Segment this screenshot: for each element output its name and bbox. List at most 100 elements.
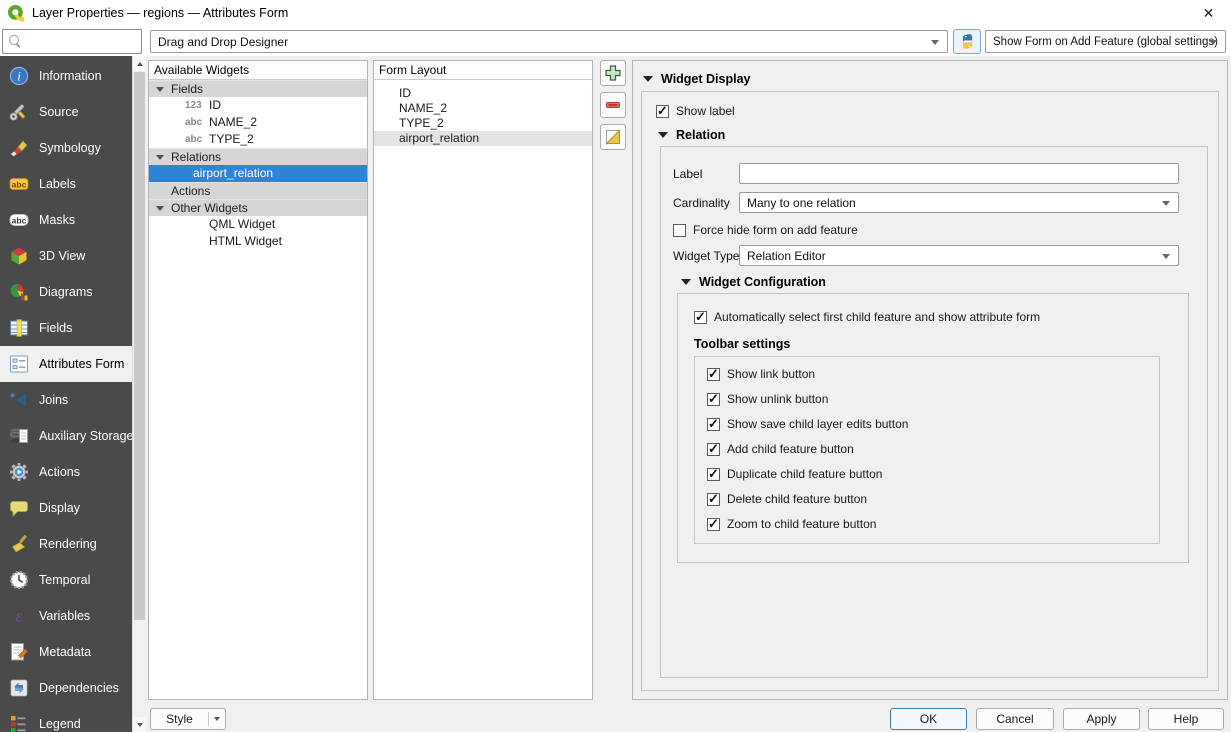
sidebar-item-temporal[interactable]: Temporal bbox=[0, 562, 132, 598]
add-child-feature-checkbox[interactable]: Add child feature button bbox=[707, 442, 854, 456]
tree-category-relations[interactable]: Relations bbox=[149, 148, 367, 165]
search-input[interactable] bbox=[26, 32, 134, 52]
window-title: Layer Properties — regions — Attributes … bbox=[32, 6, 288, 20]
sidebar-item-symbology[interactable]: Symbology bbox=[0, 130, 132, 166]
show-save-child-edits-checkbox[interactable]: Show save child layer edits button bbox=[707, 417, 908, 431]
tree-item-name-2[interactable]: abcNAME_2 bbox=[149, 114, 367, 131]
numeric-field-icon: 123 bbox=[185, 97, 209, 114]
sidebar-scrollbar[interactable] bbox=[132, 56, 145, 732]
cancel-button[interactable]: Cancel bbox=[976, 708, 1054, 730]
widget-type-combo[interactable]: Relation Editor bbox=[739, 245, 1179, 266]
show-link-button-checkbox[interactable]: Show link button bbox=[707, 367, 815, 381]
force-hide-form-checkbox[interactable]: Force hide form on add feature bbox=[673, 223, 858, 237]
sidebar-item-labels[interactable]: abc Labels bbox=[0, 166, 132, 202]
sidebar-item-actions[interactable]: Actions bbox=[0, 454, 132, 490]
relation-group-header[interactable]: Relation bbox=[658, 128, 725, 142]
sidebar-item-variables[interactable]: ε Variables bbox=[0, 598, 132, 634]
tree-category-other-widgets[interactable]: Other Widgets bbox=[149, 199, 367, 216]
variables-icon: ε bbox=[9, 606, 29, 626]
chevron-expanded-icon bbox=[156, 87, 164, 92]
scrollbar-thumb[interactable] bbox=[134, 72, 145, 620]
sidebar-item-metadata[interactable]: Metadata bbox=[0, 634, 132, 670]
chevron-expanded-icon bbox=[156, 155, 164, 160]
sidebar-item-joins[interactable]: Joins bbox=[0, 382, 132, 418]
widget-type-label: Widget Type bbox=[673, 249, 739, 263]
remove-button[interactable] bbox=[600, 92, 626, 118]
rename-icon bbox=[604, 128, 622, 146]
ok-button[interactable]: OK bbox=[890, 708, 967, 730]
rename-button[interactable] bbox=[600, 124, 626, 150]
minus-icon bbox=[604, 96, 622, 114]
sidebar-item-3d-view[interactable]: 3D View bbox=[0, 238, 132, 274]
text-field-icon: abc bbox=[185, 131, 209, 148]
search-box[interactable] bbox=[2, 29, 142, 54]
checkbox-checked-icon bbox=[694, 311, 707, 324]
tree-category-actions[interactable]: Actions bbox=[149, 182, 367, 199]
widget-display-group-header[interactable]: Widget Display bbox=[643, 72, 750, 86]
sidebar-item-diagrams[interactable]: Diagrams bbox=[0, 274, 132, 310]
tree-item-qml-widget[interactable]: QML Widget bbox=[149, 216, 367, 233]
form-layout-item-id[interactable]: ID bbox=[374, 86, 592, 101]
form-layout-item-airport-relation[interactable]: airport_relation bbox=[374, 131, 592, 146]
style-button[interactable]: Style bbox=[150, 708, 226, 730]
cardinality-label: Cardinality bbox=[673, 196, 730, 210]
zoom-to-child-feature-checkbox[interactable]: Zoom to child feature button bbox=[707, 517, 876, 531]
show-form-on-add-feature-combo[interactable]: Show Form on Add Feature (global setting… bbox=[985, 30, 1226, 53]
checkbox-checked-icon bbox=[707, 468, 720, 481]
label-field-label: Label bbox=[673, 167, 702, 181]
sidebar-item-fields[interactable]: Fields bbox=[0, 310, 132, 346]
sidebar-item-information[interactable]: i Information bbox=[0, 58, 132, 94]
sidebar-item-source[interactable]: Source bbox=[0, 94, 132, 130]
tree-category-fields[interactable]: Fields bbox=[149, 80, 367, 97]
sidebar-item-display[interactable]: Display bbox=[0, 490, 132, 526]
sidebar: i Information Source Symbology abc Label… bbox=[0, 56, 132, 732]
sidebar-item-masks[interactable]: abc Masks bbox=[0, 202, 132, 238]
sidebar-item-dependencies[interactable]: Dependencies bbox=[0, 670, 132, 706]
auxiliary-storage-icon bbox=[9, 426, 29, 446]
label-input[interactable] bbox=[739, 163, 1179, 184]
delete-child-feature-checkbox[interactable]: Delete child feature button bbox=[707, 492, 867, 506]
available-widgets-panel: Available Widgets Fields 123ID abcNAME_2… bbox=[148, 60, 368, 700]
information-icon: i bbox=[9, 66, 29, 86]
checkbox-checked-icon bbox=[656, 105, 669, 118]
form-layout-item-name-2[interactable]: NAME_2 bbox=[374, 101, 592, 116]
tree-item-airport-relation[interactable]: airport_relation bbox=[149, 165, 367, 182]
apply-button[interactable]: Apply bbox=[1063, 708, 1140, 730]
scroll-down-icon[interactable] bbox=[133, 717, 146, 732]
sidebar-item-rendering[interactable]: Rendering bbox=[0, 526, 132, 562]
toolbar-settings-box: Show link button Show unlink button Show… bbox=[694, 356, 1160, 544]
form-designer-combo[interactable]: Drag and Drop Designer bbox=[150, 30, 948, 53]
close-icon[interactable]: ✕ bbox=[1186, 0, 1231, 26]
checkbox-unchecked-icon bbox=[673, 224, 686, 237]
sidebar-item-attributes-form[interactable]: Attributes Form bbox=[0, 346, 132, 382]
help-button[interactable]: Help bbox=[1148, 708, 1224, 730]
python-init-button[interactable] bbox=[953, 29, 981, 54]
masks-icon: abc bbox=[9, 210, 29, 230]
svg-text:abc: abc bbox=[12, 215, 27, 225]
tree-item-id[interactable]: 123ID bbox=[149, 97, 367, 114]
show-label-checkbox[interactable]: Show label bbox=[656, 104, 735, 118]
python-icon bbox=[959, 33, 976, 50]
dependencies-icon bbox=[9, 678, 29, 698]
tree-item-type-2[interactable]: abcTYPE_2 bbox=[149, 131, 367, 148]
cardinality-combo[interactable]: Many to one relation bbox=[739, 192, 1179, 213]
tree-item-html-widget[interactable]: HTML Widget bbox=[149, 233, 367, 250]
show-form-combo-value: Show Form on Add Feature (global setting… bbox=[993, 36, 1218, 48]
toolbar-settings-title: Toolbar settings bbox=[694, 337, 790, 351]
sidebar-item-legend[interactable]: Legend bbox=[0, 706, 132, 732]
widget-configuration-group-header[interactable]: Widget Configuration bbox=[681, 275, 826, 289]
widget-configuration-frame: Automatically select first child feature… bbox=[677, 293, 1189, 563]
form-layout-header: Form Layout bbox=[374, 61, 592, 80]
chevron-down-icon bbox=[1162, 254, 1170, 259]
duplicate-child-feature-checkbox[interactable]: Duplicate child feature button bbox=[707, 467, 882, 481]
toolbar-row: Drag and Drop Designer Show Form on Add … bbox=[0, 26, 1231, 56]
chevron-down-icon bbox=[931, 40, 939, 45]
form-layout-item-type-2[interactable]: TYPE_2 bbox=[374, 116, 592, 131]
rendering-icon bbox=[9, 534, 29, 554]
checkbox-checked-icon bbox=[707, 443, 720, 456]
auto-select-first-child-checkbox[interactable]: Automatically select first child feature… bbox=[694, 310, 1040, 324]
scroll-up-icon[interactable] bbox=[133, 56, 146, 71]
add-button[interactable] bbox=[600, 60, 626, 86]
show-unlink-button-checkbox[interactable]: Show unlink button bbox=[707, 392, 828, 406]
sidebar-item-auxiliary-storage[interactable]: Auxiliary Storage bbox=[0, 418, 132, 454]
